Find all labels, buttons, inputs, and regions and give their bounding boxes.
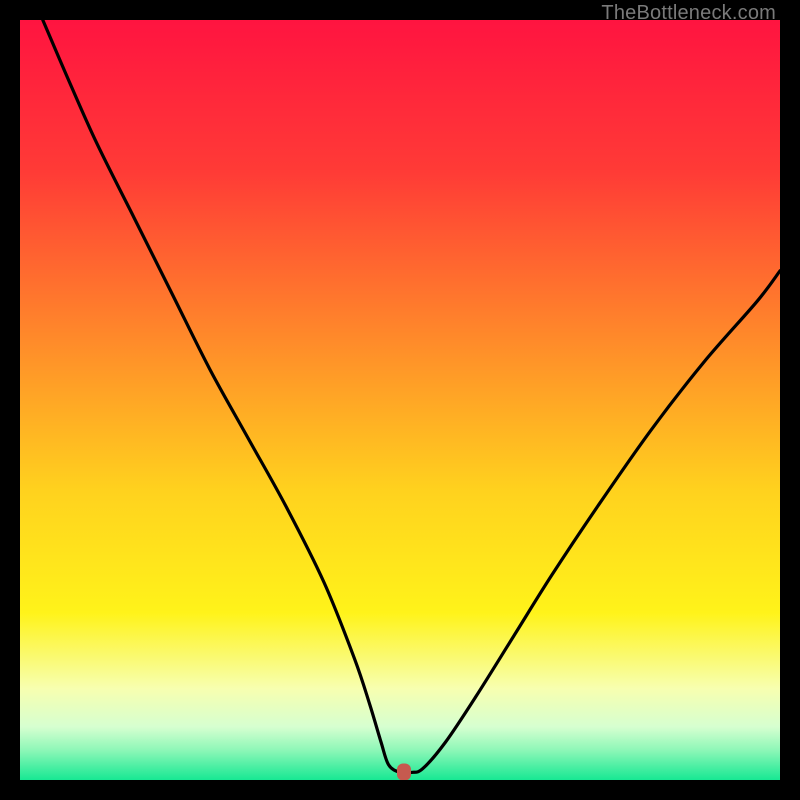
watermark-text: TheBottleneck.com bbox=[601, 2, 776, 25]
plot-area bbox=[20, 20, 780, 780]
chart-frame: TheBottleneck.com bbox=[0, 0, 800, 800]
optimal-point-marker bbox=[397, 764, 411, 780]
background-gradient bbox=[20, 20, 780, 780]
